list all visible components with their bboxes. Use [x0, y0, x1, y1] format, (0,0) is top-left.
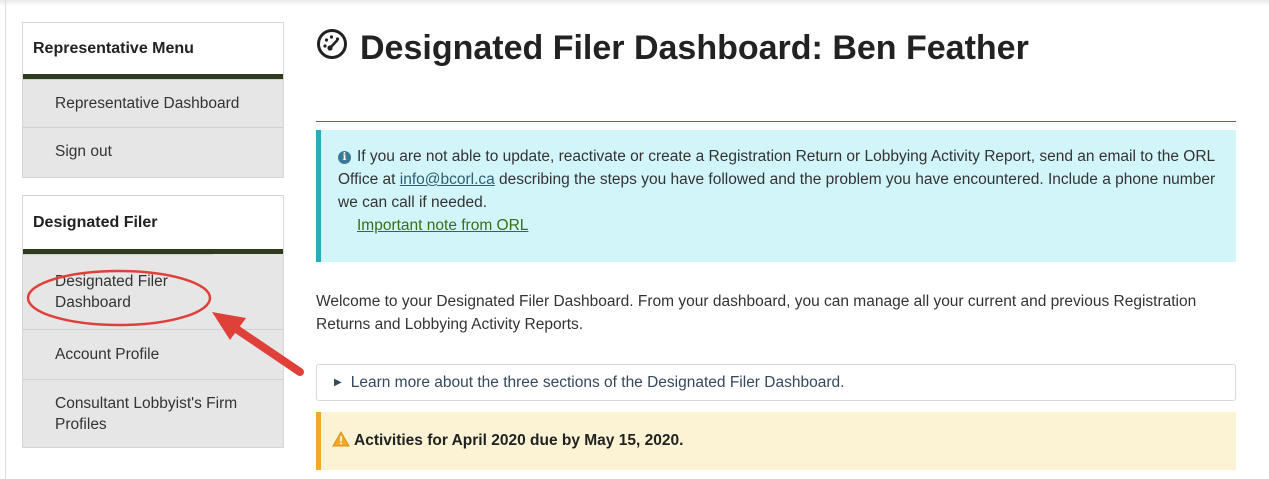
- dashboard-gauge-icon: [316, 28, 348, 69]
- top-shadow: [0, 0, 1269, 6]
- due-date-alert-text: Activities for April 2020 due by May 15,…: [354, 432, 684, 449]
- left-edge: [5, 0, 6, 479]
- learn-more-text: Learn more about the three sections of t…: [350, 373, 845, 391]
- representative-menu-heading: Representative Menu: [23, 23, 283, 79]
- title-divider: [316, 121, 1236, 122]
- note-link-row: Important note from ORL: [338, 214, 1216, 237]
- warning-triangle-icon: [332, 430, 350, 452]
- sidebar-item-designated-filer-dashboard[interactable]: Designated Filer Dashboard: [23, 254, 213, 329]
- representative-menu-panel: Representative Menu Representative Dashb…: [22, 22, 284, 178]
- important-note-link[interactable]: Important note from ORL: [357, 217, 528, 234]
- triangle-right-icon: ▶: [334, 377, 342, 388]
- sidebar-item-consultant-firm-profiles[interactable]: Consultant Lobbyist's Firm Profiles: [23, 379, 283, 447]
- page-title-text: Designated Filer Dashboard: Ben Feather: [360, 29, 1029, 67]
- info-message: i If you are not able to update, reactiva…: [338, 145, 1216, 214]
- sidebar-item-representative-dashboard[interactable]: Representative Dashboard: [23, 79, 283, 127]
- info-alert: i If you are not able to update, reactiva…: [316, 130, 1236, 262]
- learn-more-disclosure[interactable]: ▶ Learn more about the three sections of…: [316, 364, 1236, 401]
- designated-filer-heading: Designated Filer: [23, 196, 283, 254]
- page-title: Designated Filer Dashboard: Ben Feather: [316, 28, 1029, 69]
- info-circle-icon: i: [338, 151, 351, 164]
- email-link[interactable]: info@bcorl.ca: [400, 171, 495, 188]
- designated-filer-panel: Designated Filer Designated Filer Dashbo…: [22, 195, 284, 448]
- due-date-alert: Activities for April 2020 due by May 15,…: [316, 412, 1236, 470]
- welcome-text: Welcome to your Designated Filer Dashboa…: [316, 293, 1197, 333]
- sidebar-item-account-profile[interactable]: Account Profile: [23, 329, 283, 379]
- sidebar-item-sign-out[interactable]: Sign out: [23, 127, 283, 174]
